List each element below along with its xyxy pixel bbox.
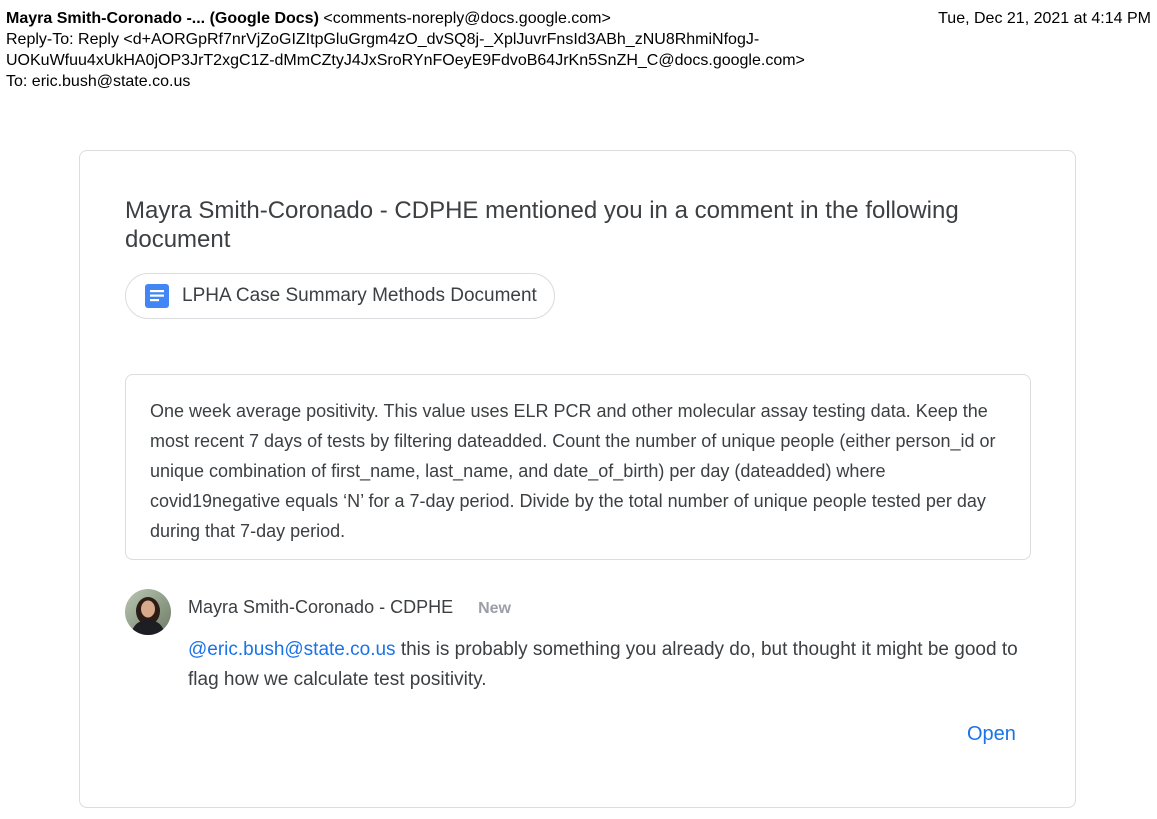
document-name: LPHA Case Summary Methods Document — [182, 285, 537, 306]
reply-to-label: Reply-To: — [6, 31, 74, 48]
avatar-image — [125, 589, 171, 635]
to-address[interactable]: eric.bush@state.co.us — [32, 73, 191, 90]
to-label: To: — [6, 73, 28, 90]
sender-address[interactable]: <comments-noreply@docs.google.com> — [323, 10, 611, 27]
sender-name: Mayra Smith-Coronado -... (Google Docs) — [6, 10, 319, 27]
commenter-name: Mayra Smith-Coronado - CDPHE — [188, 597, 454, 617]
avatar — [125, 589, 171, 635]
email-header: Mayra Smith-Coronado -... (Google Docs) … — [6, 8, 1154, 92]
document-chip[interactable]: LPHA Case Summary Methods Document — [125, 273, 555, 319]
reply-to-row: Reply-To: Reply <d+AORGpRf7nrVjZoGIZItpG… — [6, 29, 1154, 50]
mention-link[interactable]: @eric.bush@state.co.us — [188, 639, 396, 660]
reply-to-row-continued: UOKuWfuu4xUkHA0jOP3JrT2xgC1Z-dMmCZtyJ4Jx… — [6, 50, 1154, 71]
reply-to-address-continued[interactable]: UOKuWfuu4xUkHA0jOP3JrT2xgC1Z-dMmCZtyJ4Jx… — [6, 52, 805, 69]
notification-card: Mayra Smith-Coronado - CDPHE mentioned y… — [79, 150, 1076, 808]
notification-title: Mayra Smith-Coronado - CDPHE mentioned y… — [125, 197, 959, 253]
reply-to-address[interactable]: Reply <d+AORGpRf7nrVjZoGIZItpGluGrgm4zO_… — [78, 31, 759, 48]
google-docs-icon — [145, 284, 169, 308]
email-date: Tue, Dec 21, 2021 at 4:14 PM — [938, 10, 1151, 27]
to-row: To: eric.bush@state.co.us — [6, 71, 1154, 92]
open-button[interactable]: Open — [967, 723, 1016, 746]
comment-text: @eric.bush@state.co.us this is probably … — [188, 635, 1038, 695]
new-badge: New — [478, 600, 511, 617]
quoted-document-text: One week average positivity. This value … — [125, 374, 1031, 560]
commenter-row: Mayra Smith-Coronado - CDPHE New — [188, 597, 511, 618]
